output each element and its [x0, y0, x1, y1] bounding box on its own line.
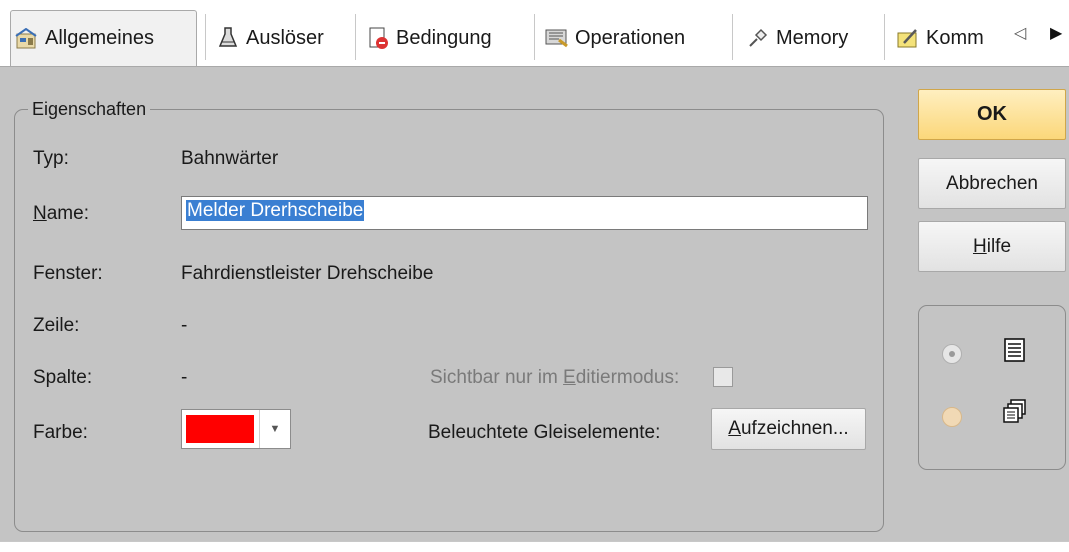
- color-dropdown[interactable]: ▼: [181, 409, 291, 449]
- tab-separator: [355, 14, 356, 60]
- tab-allgemeines[interactable]: Allgemeines: [10, 10, 197, 66]
- comment-icon: [896, 26, 920, 50]
- tab-scroll-right-icon[interactable]: ▶: [1050, 24, 1062, 44]
- aufzeichnen-button[interactable]: Aufzeichnen...: [711, 408, 866, 450]
- fenster-value: Fahrdienstleister Drehscheibe: [181, 263, 434, 284]
- fenster-label: Fenster:: [33, 263, 103, 284]
- view-options-group: [918, 305, 1066, 470]
- multi-window-icon: [1002, 398, 1028, 424]
- tab-separator: [732, 14, 733, 60]
- tab-bedingung[interactable]: Bedingung: [362, 12, 528, 64]
- tab-operationen[interactable]: Operationen: [541, 12, 725, 64]
- groupbox-title: Eigenschaften: [28, 98, 151, 120]
- chevron-down-icon[interactable]: ▼: [259, 410, 290, 448]
- condition-icon: [366, 26, 390, 50]
- properties-groupbox: [14, 109, 884, 532]
- tab-kommentar[interactable]: Komm: [892, 12, 1000, 64]
- zeile-label: Zeile:: [33, 315, 80, 336]
- tab-label: Komm: [926, 26, 984, 49]
- name-input-value: Melder Drerhscheibe: [186, 200, 365, 221]
- sichtbar-checkbox[interactable]: [713, 367, 733, 387]
- list-view-icon: [1002, 337, 1028, 363]
- typ-value: Bahnwärter: [181, 148, 279, 169]
- tab-ausloeser[interactable]: Auslöser: [212, 12, 350, 64]
- color-swatch: [186, 415, 254, 443]
- zeile-value: -: [181, 315, 188, 336]
- tab-scroll-left-icon[interactable]: ◁: [1014, 24, 1026, 44]
- name-input[interactable]: Melder Drerhscheibe: [181, 196, 868, 230]
- tab-label: Bedingung: [396, 26, 492, 49]
- hilfe-button[interactable]: Hilfe: [918, 221, 1066, 272]
- properties-icon: [15, 27, 39, 51]
- tab-label: Allgemeines: [45, 27, 154, 49]
- pin-icon: [746, 26, 770, 50]
- tab-separator: [534, 14, 535, 60]
- spalte-value: -: [181, 367, 188, 388]
- name-label: Name:: [33, 203, 89, 224]
- view-radio-list[interactable]: [942, 344, 962, 364]
- operations-icon: [545, 26, 569, 50]
- gleiselemente-label: Beleuchtete Gleiselemente:: [428, 422, 661, 443]
- tab-memory[interactable]: Memory: [742, 12, 877, 64]
- typ-label: Typ:: [33, 148, 69, 169]
- view-radio-windows[interactable]: [942, 407, 962, 427]
- sichtbar-label: Sichtbar nur im Editiermodus:: [430, 367, 680, 388]
- tab-separator: [205, 14, 206, 60]
- bottom-divider: [0, 541, 1069, 552]
- ok-button[interactable]: OK: [918, 89, 1066, 140]
- farbe-label: Farbe:: [33, 422, 88, 443]
- tab-separator: [884, 14, 885, 60]
- tab-label: Auslöser: [246, 26, 324, 49]
- flask-icon: [216, 26, 240, 50]
- abbrechen-button[interactable]: Abbrechen: [918, 158, 1066, 209]
- spalte-label: Spalte:: [33, 367, 93, 388]
- tab-label: Operationen: [575, 26, 686, 49]
- tab-label: Memory: [776, 26, 849, 49]
